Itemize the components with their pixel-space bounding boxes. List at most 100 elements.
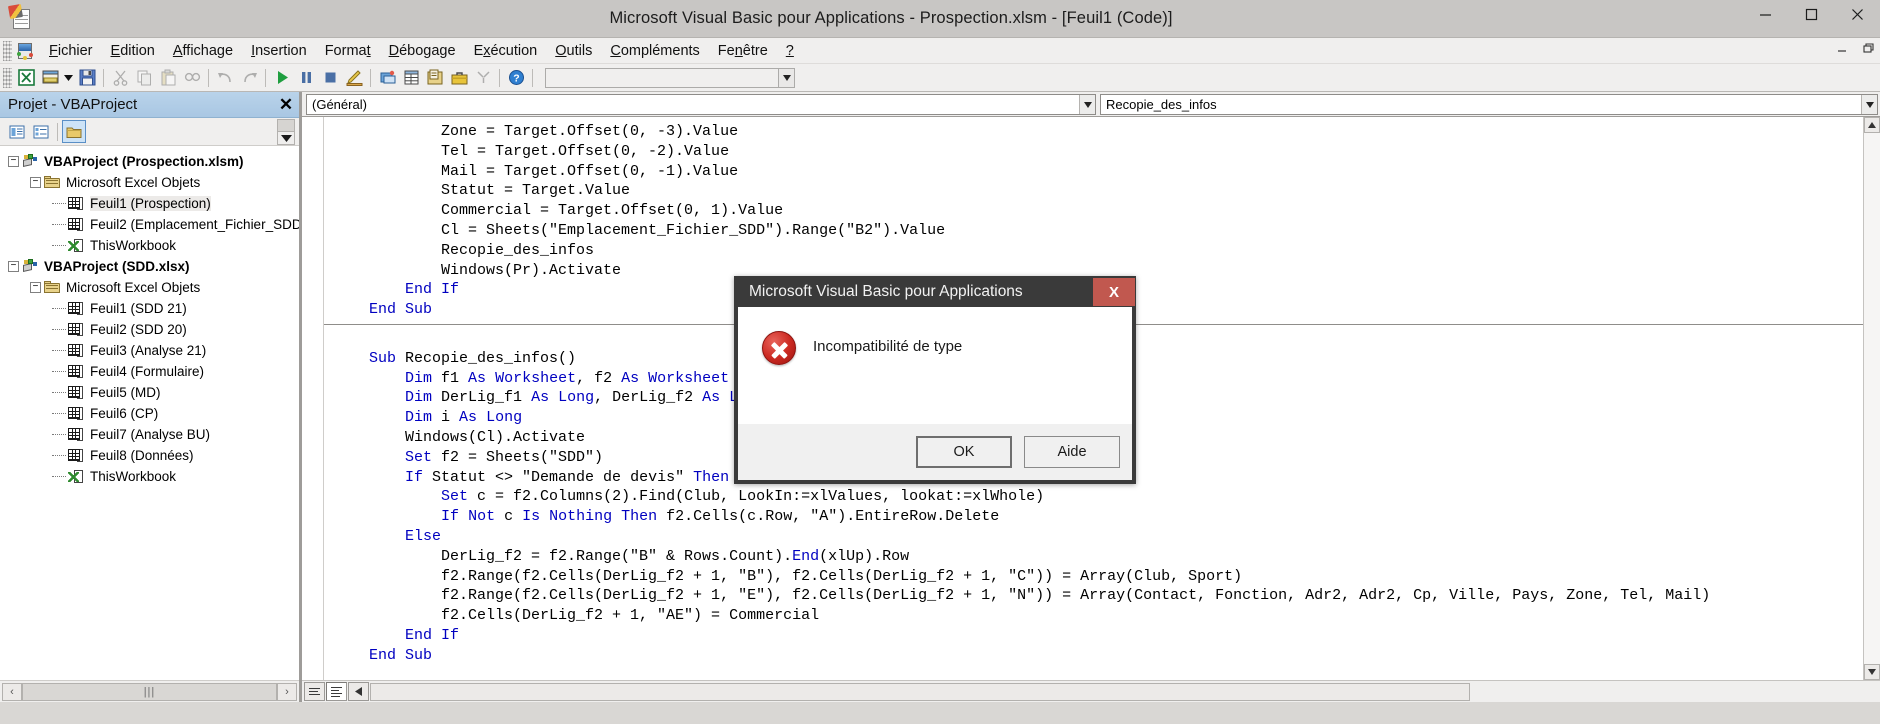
code-scroll-down-button[interactable] <box>1864 664 1880 680</box>
toolbar-grip-handle[interactable] <box>3 67 12 88</box>
tree-item[interactable]: Feuil6 (CP) <box>0 403 299 424</box>
tree-item-label: Microsoft Excel Objets <box>66 175 201 190</box>
full-module-view-icon[interactable] <box>326 682 347 701</box>
tree-item[interactable]: Feuil1 (SDD 21) <box>0 298 299 319</box>
code-line: Tel = Target.Offset(0, -2).Value <box>333 142 730 160</box>
tree-connector <box>52 371 66 372</box>
code-vscrollbar[interactable] <box>1863 117 1880 680</box>
hscroll-left-button[interactable]: ‹ <box>2 682 22 701</box>
tree-item[interactable]: Feuil5 (MD) <box>0 382 299 403</box>
project-explorer-icon[interactable] <box>375 66 399 90</box>
tree-item[interactable]: − VBAProject (Prospection.xlsm) <box>0 151 299 172</box>
save-icon[interactable] <box>75 66 99 90</box>
menu-complements[interactable]: Compléments <box>601 40 708 62</box>
view-excel-icon[interactable] <box>14 66 38 90</box>
design-mode-icon[interactable] <box>342 66 366 90</box>
vba-app-icon <box>14 40 36 62</box>
project-tree[interactable]: − VBAProject (Prospection.xlsm) − Microsoft… <box>0 146 299 680</box>
hscroll-track[interactable]: ||| <box>22 682 277 701</box>
code-hscroll-track[interactable] <box>370 682 1470 701</box>
menu-execution[interactable]: Exécution <box>465 40 547 62</box>
tree-item[interactable]: Feuil4 (Formulaire) <box>0 361 299 382</box>
tree-expander-icon[interactable]: − <box>30 177 41 188</box>
menu-grip-handle[interactable] <box>3 40 12 61</box>
cut-icon[interactable] <box>108 66 132 90</box>
menu-outils[interactable]: Outils <box>546 40 601 62</box>
undo-icon[interactable] <box>213 66 237 90</box>
object-combo[interactable]: (Général) <box>306 94 1096 115</box>
tree-item[interactable]: ThisWorkbook <box>0 466 299 487</box>
code-scroll-up-button[interactable] <box>1864 117 1880 133</box>
tree-item[interactable]: − VBAProject (SDD.xlsx) <box>0 256 299 277</box>
procedure-combo[interactable]: Recopie_des_infos <box>1100 94 1878 115</box>
folder-icon <box>44 280 61 295</box>
menu-edition[interactable]: Edition <box>102 40 164 62</box>
view-code-icon[interactable] <box>6 121 28 142</box>
procedure-view-icon[interactable] <box>304 682 325 701</box>
menu-fichier[interactable]: Fichier <box>40 40 102 62</box>
maximize-button[interactable] <box>1788 0 1834 30</box>
stop-icon[interactable] <box>318 66 342 90</box>
tree-connector <box>52 350 66 351</box>
tree-item[interactable]: Feuil1 (Prospection) <box>0 193 299 214</box>
hscroll-thumb[interactable]: ||| <box>22 682 277 701</box>
aide-button[interactable]: Aide <box>1024 436 1120 468</box>
toolbar-combo-arrow[interactable] <box>778 67 795 88</box>
tree-item[interactable]: − Microsoft Excel Objets <box>0 277 299 298</box>
menu-insertion[interactable]: Insertion <box>242 40 316 62</box>
menu-fenetre[interactable]: Fenêtre <box>709 40 777 62</box>
ok-button[interactable]: OK <box>916 436 1012 468</box>
error-dialog-title: Microsoft Visual Basic pour Applications <box>749 283 1023 300</box>
pause-icon[interactable] <box>294 66 318 90</box>
paste-icon[interactable] <box>156 66 180 90</box>
tree-expander-icon[interactable]: − <box>8 156 19 167</box>
run-icon[interactable] <box>270 66 294 90</box>
view-object-icon[interactable] <box>30 121 52 142</box>
project-explorer-close-icon[interactable]: ✕ <box>273 93 299 117</box>
workbook-icon <box>68 469 85 484</box>
copy-icon[interactable] <box>132 66 156 90</box>
toggle-folders-icon[interactable] <box>62 120 86 143</box>
tree-expander-icon[interactable]: − <box>8 261 19 272</box>
redo-icon[interactable] <box>237 66 261 90</box>
menu-debogage[interactable]: Débogage <box>380 40 465 62</box>
toolbar-combo[interactable] <box>545 67 795 88</box>
code-vscroll-track[interactable] <box>1864 133 1880 664</box>
toolbox-icon[interactable] <box>447 66 471 90</box>
sheet-icon <box>68 301 85 316</box>
code-indicator-margin[interactable] <box>302 117 324 680</box>
insert-userform-icon[interactable] <box>38 66 62 90</box>
minimize-button[interactable] <box>1742 0 1788 30</box>
sheet-icon <box>68 196 85 211</box>
close-button[interactable] <box>1834 0 1880 30</box>
tree-expander-icon[interactable]: − <box>30 282 41 293</box>
menu-affichage[interactable]: Affichage <box>164 40 242 62</box>
code-hscroll-left-button[interactable] <box>348 682 369 701</box>
properties-window-icon[interactable] <box>399 66 423 90</box>
tree-item[interactable]: ThisWorkbook <box>0 235 299 256</box>
tree-item[interactable]: − Microsoft Excel Objets <box>0 172 299 193</box>
procedure-combo-arrow[interactable] <box>1861 95 1877 114</box>
window-controls <box>1742 0 1880 38</box>
hscroll-right-button[interactable]: › <box>277 682 297 701</box>
find-icon[interactable] <box>180 66 204 90</box>
tree-connector <box>52 329 66 330</box>
tree-item[interactable]: Feuil8 (Données) <box>0 445 299 466</box>
project-tree-scroll-thumb[interactable] <box>277 119 295 132</box>
error-dialog-close-icon[interactable]: X <box>1093 278 1135 306</box>
wrench-icon[interactable] <box>471 66 495 90</box>
project-hscrollbar[interactable]: ‹ ||| › <box>0 680 299 702</box>
mdi-restore-button[interactable] <box>1860 40 1876 56</box>
help-icon[interactable]: ? <box>504 66 528 90</box>
mdi-minimize-button[interactable] <box>1834 40 1850 56</box>
object-combo-arrow[interactable] <box>1079 95 1095 114</box>
menu-format[interactable]: Format <box>316 40 380 62</box>
tree-item[interactable]: Feuil7 (Analyse BU) <box>0 424 299 445</box>
tree-item[interactable]: Feuil2 (SDD 20) <box>0 319 299 340</box>
object-browser-icon[interactable] <box>423 66 447 90</box>
tree-item[interactable]: Feuil2 (Emplacement_Fichier_SDD <box>0 214 299 235</box>
tree-item-label: Feuil6 (CP) <box>90 406 159 421</box>
menu-aide[interactable]: ? <box>777 40 803 62</box>
chevron-down-icon[interactable] <box>62 66 75 90</box>
tree-item[interactable]: Feuil3 (Analyse 21) <box>0 340 299 361</box>
